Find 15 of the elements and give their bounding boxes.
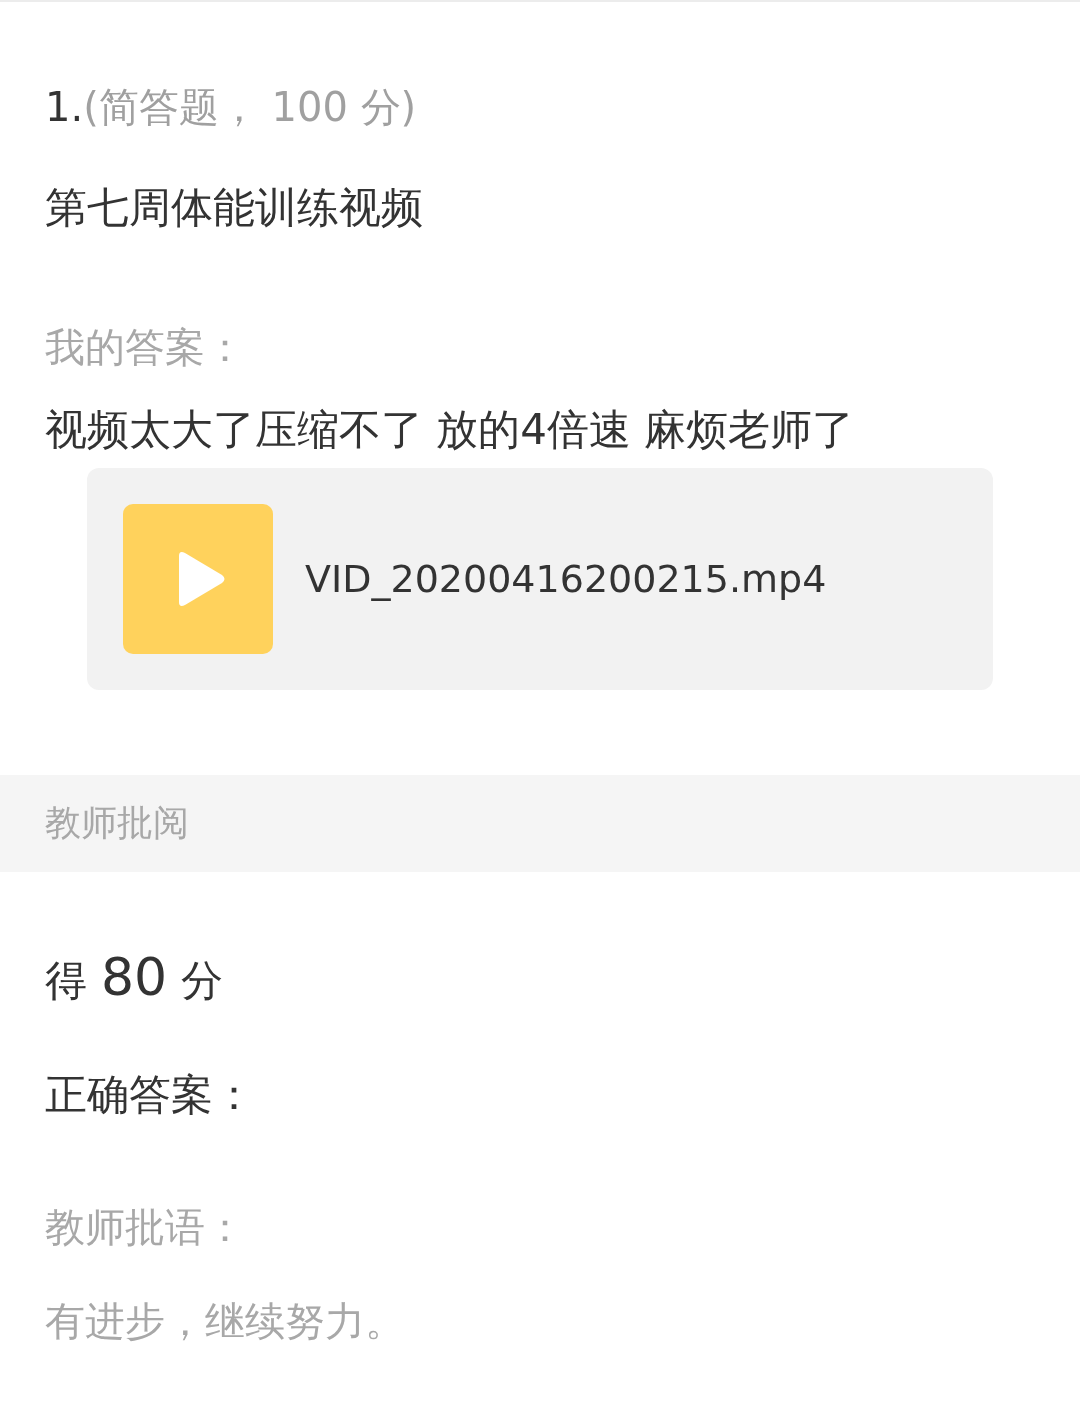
teacher-comment-label: 教师批语：: [45, 1203, 246, 1252]
section-title: 教师批阅: [45, 801, 189, 845]
answer-text: 视频太大了压缩不了 放的4倍速 麻烦老师了: [45, 404, 856, 456]
score-suffix: 分: [181, 955, 224, 1007]
file-name: VID_20200416200215.mp4: [305, 557, 827, 601]
score-value: 80: [101, 947, 168, 1007]
attachment-card[interactable]: VID_20200416200215.mp4: [87, 468, 993, 690]
question-type: (简答题， 100 分): [83, 84, 417, 130]
play-icon: [123, 504, 273, 654]
teacher-comment: 有进步，继续努力。: [45, 1297, 406, 1346]
score-prefix: 得: [45, 955, 87, 1007]
question-number: 1.: [45, 84, 84, 130]
question-title: 第七周体能训练视频: [45, 182, 424, 234]
my-answer-label: 我的答案：: [45, 323, 246, 372]
correct-answer-label: 正确答案：: [45, 1069, 256, 1121]
